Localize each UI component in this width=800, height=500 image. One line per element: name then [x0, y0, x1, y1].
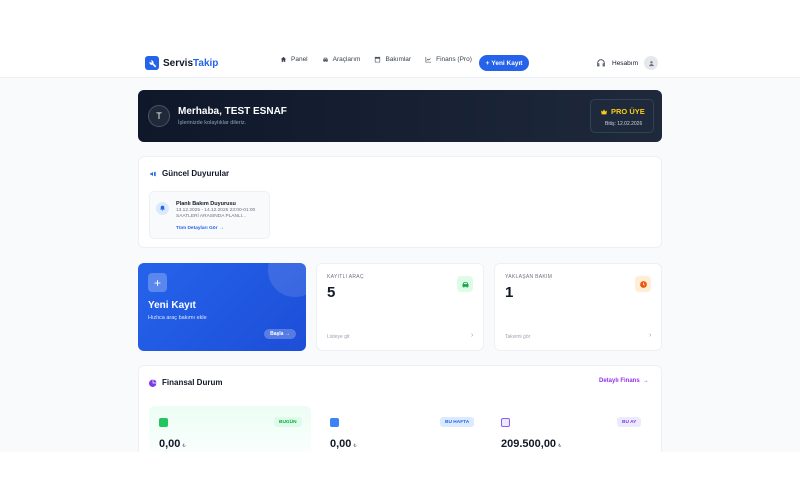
details-link-text: Tüm Detayları Gör [176, 226, 218, 231]
megaphone-icon [150, 171, 156, 176]
new-record-label: Yeni Kayıt [491, 59, 523, 67]
amount: 0,00 [159, 438, 181, 450]
stat-value: 5 [327, 284, 336, 301]
stat-label: KAYITLI ARAÇ [327, 274, 364, 280]
period-badge: BU HAFTA [440, 417, 475, 427]
top-navbar: ServisTakip Panel Araçlarım Bakımlar Fin… [0, 48, 800, 78]
nav-item-panel[interactable]: Panel [280, 56, 308, 63]
currency: ₺ [353, 443, 357, 449]
calendar-link[interactable]: Takvimi gör [505, 334, 530, 340]
greeting-subtitle: İşlerinizde kolaylıklar dileriz. [178, 120, 247, 126]
stat-label: YAKLAŞAN BAKIM [505, 274, 553, 280]
user-icon [648, 60, 654, 66]
finance-value: 209.500,00 ₺ [501, 438, 561, 450]
announcements-card: Güncel Duyurular Planlı Bakım Duyurusu 1… [138, 156, 662, 248]
arrow-right-icon: → [218, 226, 224, 231]
new-record-card[interactable]: + Yeni Kayıt Hızlıca araç bakımı ekle Ba… [138, 263, 306, 351]
user-initial-avatar: T [148, 105, 170, 127]
new-record-button[interactable]: + Yeni Kayıt [479, 55, 529, 71]
announcement-title: Planlı Bakım Duyurusu [176, 201, 236, 207]
calendar-icon [375, 56, 381, 63]
finance-today-box: BUGÜN 0,00 ₺ [149, 406, 311, 452]
upcoming-maintenance-card[interactable]: YAKLAŞAN BAKIM 1 Takvimi gör › [494, 263, 662, 351]
pro-title: PRO ÜYE [600, 107, 645, 116]
registered-vehicles-card[interactable]: KAYITLI ARAÇ 5 Listeye git › [316, 263, 484, 351]
brand-logo-link[interactable]: ServisTakip [145, 56, 218, 70]
finance-title-text: Finansal Durum [162, 378, 223, 387]
chevron-right-icon: › [471, 332, 474, 339]
headset-icon[interactable] [596, 58, 606, 68]
nav-label: Bakımlar [385, 56, 412, 63]
new-record-title: Yeni Kayıt [148, 300, 196, 311]
finance-title: Finansal Durum [149, 378, 222, 387]
arrow-right-icon: → [642, 378, 649, 384]
finance-value: 0,00 ₺ [159, 438, 186, 450]
car-icon [457, 276, 473, 292]
start-button-label: Başla [270, 331, 284, 337]
nav-item-araclarim[interactable]: Araçlarım [322, 56, 361, 63]
nav-item-finans[interactable]: Finans (Pro) [425, 56, 472, 63]
pie-chart-icon [149, 379, 157, 387]
announcements-title: Güncel Duyurular [149, 169, 229, 178]
plus-icon: + [148, 273, 167, 292]
announcement-details-link[interactable]: Tüm Detayları Gör → [176, 226, 224, 231]
account-label: Hesabım [612, 59, 639, 67]
period-badge: BU AY [617, 417, 642, 427]
pro-title-text: PRO ÜYE [611, 107, 645, 116]
announcement-body: 13.12.2025 - 14.12.2025 23:00-01:00 SAAT… [176, 208, 256, 219]
plus-icon: + [485, 59, 490, 67]
vehicle-list-link[interactable]: Listeye git [327, 334, 350, 340]
main-nav: Panel Araçlarım Bakımlar Finans (Pro) [280, 56, 472, 63]
new-record-subtitle: Hızlıca araç bakımı ekle [148, 315, 207, 321]
start-button[interactable]: Başla → [264, 329, 296, 339]
stat-value: 1 [505, 284, 514, 301]
chart-line-icon [425, 56, 432, 63]
decorative-circle [268, 263, 306, 297]
finance-link-text: Detaylı Finans [599, 378, 640, 384]
bell-icon [156, 202, 169, 215]
currency: ₺ [182, 443, 186, 449]
nav-label: Finans (Pro) [436, 56, 472, 63]
greeting-title: Merhaba, TEST ESNAF [178, 106, 287, 117]
amount: 0,00 [330, 438, 352, 450]
finance-month-box: BU AY 209.500,00 ₺ [491, 406, 653, 452]
period-badge: BUGÜN [274, 417, 302, 427]
account-menu[interactable]: Hesabım [596, 56, 659, 70]
pro-expiry-date: Bitiş: 12.02.2026 [605, 121, 643, 127]
detailed-finance-link[interactable]: Detaylı Finans → [599, 378, 649, 384]
announcements-title-text: Güncel Duyurular [162, 169, 230, 178]
nav-item-bakimlar[interactable]: Bakımlar [374, 56, 411, 63]
finance-week-box: BU HAFTA 0,00 ₺ [320, 406, 482, 452]
pro-membership-badge: PRO ÜYE Bitiş: 12.02.2026 [590, 99, 654, 133]
nav-label: Araçlarım [332, 56, 361, 63]
brand-name: ServisTakip [163, 57, 219, 69]
nav-label: Panel [291, 56, 308, 63]
chart-line-icon [501, 418, 510, 427]
app-page: ServisTakip Panel Araçlarım Bakımlar Fin… [0, 48, 800, 452]
announcement-item[interactable]: Planlı Bakım Duyurusu 13.12.2025 - 14.12… [149, 191, 270, 239]
arrow-right-icon: → [284, 331, 290, 337]
calendar-icon [330, 418, 339, 427]
currency: ₺ [558, 443, 562, 449]
car-icon [322, 57, 328, 62]
home-icon [280, 56, 287, 62]
wallet-icon [159, 418, 168, 427]
crown-icon [601, 108, 607, 114]
wrench-icon [145, 56, 159, 70]
finance-value: 0,00 ₺ [330, 438, 357, 450]
chevron-right-icon: › [649, 332, 652, 339]
clock-icon [635, 276, 651, 292]
amount: 209.500,00 [501, 438, 557, 450]
finance-card: Finansal Durum Detaylı Finans → BUGÜN 0,0… [138, 365, 662, 452]
user-avatar [644, 56, 659, 70]
welcome-banner: T Merhaba, TEST ESNAF İşlerinizde kolayl… [138, 90, 662, 142]
